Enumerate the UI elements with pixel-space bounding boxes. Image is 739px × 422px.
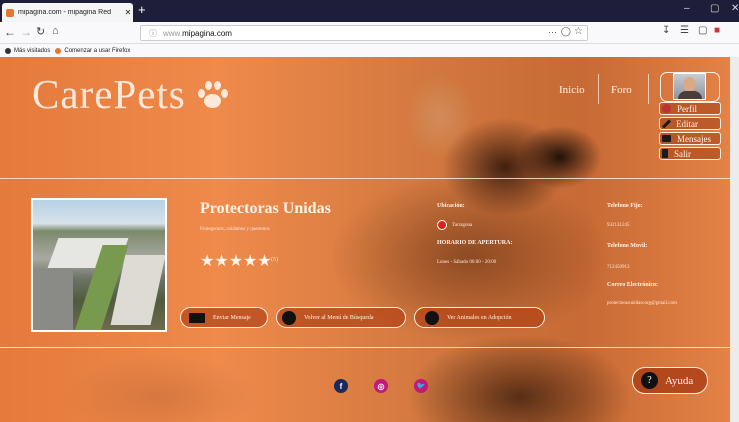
new-tab-button[interactable]: + xyxy=(138,2,146,17)
nav-divider xyxy=(598,74,599,104)
page-content: CarePets Inicio Foro Perfil Editar Mensa… xyxy=(0,57,730,422)
maximize-icon[interactable]: ▢ xyxy=(710,3,719,14)
site-favicon-icon xyxy=(6,8,14,17)
nav-foro[interactable]: Foro xyxy=(611,84,632,96)
user-dropdown-menu: Perfil Editar Mensajes Salir xyxy=(659,102,721,162)
home-icon[interactable]: ⌂ xyxy=(52,25,59,37)
back-to-search-button[interactable]: Volver al Menú de Búsqueda xyxy=(276,307,406,328)
close-tab-icon[interactable]: ✕ xyxy=(123,8,133,17)
forward-icon[interactable]: → xyxy=(20,25,32,39)
scrollbar[interactable] xyxy=(730,57,739,422)
envelope-icon xyxy=(189,312,205,323)
url-domain: mipagina.com xyxy=(182,28,232,38)
logout-icon xyxy=(662,149,668,158)
envelope-icon xyxy=(662,135,671,142)
arrow-left-icon xyxy=(282,310,296,325)
twitter-icon[interactable]: 🐦 xyxy=(414,379,428,393)
browser-tab[interactable]: mipagina.com - mipagina Red ✕ xyxy=(2,3,133,22)
organization-description: Protegemos, cuidamos y queremos xyxy=(200,227,270,232)
firefox-icon xyxy=(55,47,62,54)
pocket-icon[interactable]: ◯ xyxy=(561,26,571,37)
page-actions-icon[interactable]: ⋯ xyxy=(548,27,557,38)
menu-item-salir[interactable]: Salir xyxy=(659,147,721,160)
bookmark-label: Comenzar a usar Firefox xyxy=(64,47,131,54)
brand-logo[interactable]: CarePets xyxy=(32,70,186,118)
browser-nav-bar: ← → ↻ ⌂ ⓘ www. mipagina.com ⋯ ◯ ☆ ↧ ☰ ▢ ■ xyxy=(0,22,739,44)
section-divider xyxy=(0,178,730,179)
mobile-label: Telefono Movil: xyxy=(607,243,648,249)
menu-item-perfil[interactable]: Perfil xyxy=(659,102,721,115)
button-label: Enviar Mensaje xyxy=(213,314,251,321)
bookmark-most-visited[interactable]: Más visitados xyxy=(5,47,51,54)
url-bar[interactable]: ⓘ www. mipagina.com ⋯ ◯ ☆ xyxy=(140,25,588,41)
paw-print-icon xyxy=(425,310,439,325)
sidebar-icon[interactable]: ▢ xyxy=(698,25,707,36)
tab-title: mipagina.com - mipagina Red xyxy=(18,9,111,16)
bookmark-getting-started[interactable]: Comenzar a usar Firefox xyxy=(55,47,131,54)
hours-label: HORARIO DE APERTURA: xyxy=(437,240,513,246)
bookmark-star-icon[interactable]: ☆ xyxy=(574,26,583,37)
button-label: Volver al Menú de Búsqueda xyxy=(304,314,374,321)
reload-icon[interactable]: ↻ xyxy=(36,25,45,38)
menu-item-label: Perfil xyxy=(677,103,697,114)
view-animals-button[interactable]: Ver Animales en Adopción xyxy=(414,307,545,328)
rating-stars: ★★★★★ xyxy=(200,253,272,270)
location-value: Tarragona xyxy=(452,223,473,228)
help-button[interactable]: ? Ayuda xyxy=(632,367,708,394)
paw-icon xyxy=(195,79,229,113)
gear-icon xyxy=(5,47,11,54)
user-icon xyxy=(662,104,671,113)
nav-divider xyxy=(648,74,649,104)
info-icon[interactable]: ⓘ xyxy=(149,28,157,39)
avatar[interactable] xyxy=(673,73,706,100)
phone-label: Telefono Fijo: xyxy=(607,203,643,209)
question-icon: ? xyxy=(641,372,658,389)
nav-inicio[interactable]: Inicio xyxy=(559,84,585,96)
mobile-value: 712450913 xyxy=(607,265,630,270)
instagram-icon[interactable]: ◎ xyxy=(374,379,388,393)
minimize-icon[interactable]: – xyxy=(684,3,690,14)
phone-value: 932131245 xyxy=(607,223,630,228)
rating-count: (5) xyxy=(271,257,278,263)
bookmark-label: Más visitados xyxy=(14,47,51,54)
browser-tab-bar: mipagina.com - mipagina Red ✕ + – ▢ ✕ xyxy=(0,0,739,22)
send-message-button[interactable]: Enviar Mensaje xyxy=(180,307,268,328)
map-pin-icon xyxy=(437,220,447,230)
organization-photo xyxy=(31,198,167,332)
library-icon[interactable]: ☰ xyxy=(680,25,689,36)
organization-name: Protectoras Unidas xyxy=(200,200,331,217)
button-label: Ver Animales en Adopción xyxy=(447,314,512,321)
bookmarks-bar: Más visitados Comenzar a usar Firefox xyxy=(0,44,739,57)
downloads-icon[interactable]: ↧ xyxy=(662,25,670,36)
menu-item-label: Salir xyxy=(674,148,691,159)
menu-item-label: Mensajes xyxy=(677,133,711,144)
menu-item-editar[interactable]: Editar xyxy=(659,117,721,130)
hours-value: Lunes - Sábado 06:00 - 20:00 xyxy=(437,260,497,265)
email-value: protectorasunidascorg@gmail.com xyxy=(607,301,677,306)
back-icon[interactable]: ← xyxy=(4,25,16,39)
url-host: www. xyxy=(163,28,183,38)
close-window-icon[interactable]: ✕ xyxy=(731,3,739,14)
menu-item-label: Editar xyxy=(676,118,698,129)
location-label: Ubicación: xyxy=(437,203,465,209)
section-divider xyxy=(0,347,730,348)
extension-icon[interactable]: ■ xyxy=(714,25,720,36)
facebook-icon[interactable]: f xyxy=(334,379,348,393)
email-label: Correo Electrónico: xyxy=(607,282,659,288)
menu-item-mensajes[interactable]: Mensajes xyxy=(659,132,721,145)
pencil-icon xyxy=(661,118,672,129)
help-label: Ayuda xyxy=(665,374,694,387)
